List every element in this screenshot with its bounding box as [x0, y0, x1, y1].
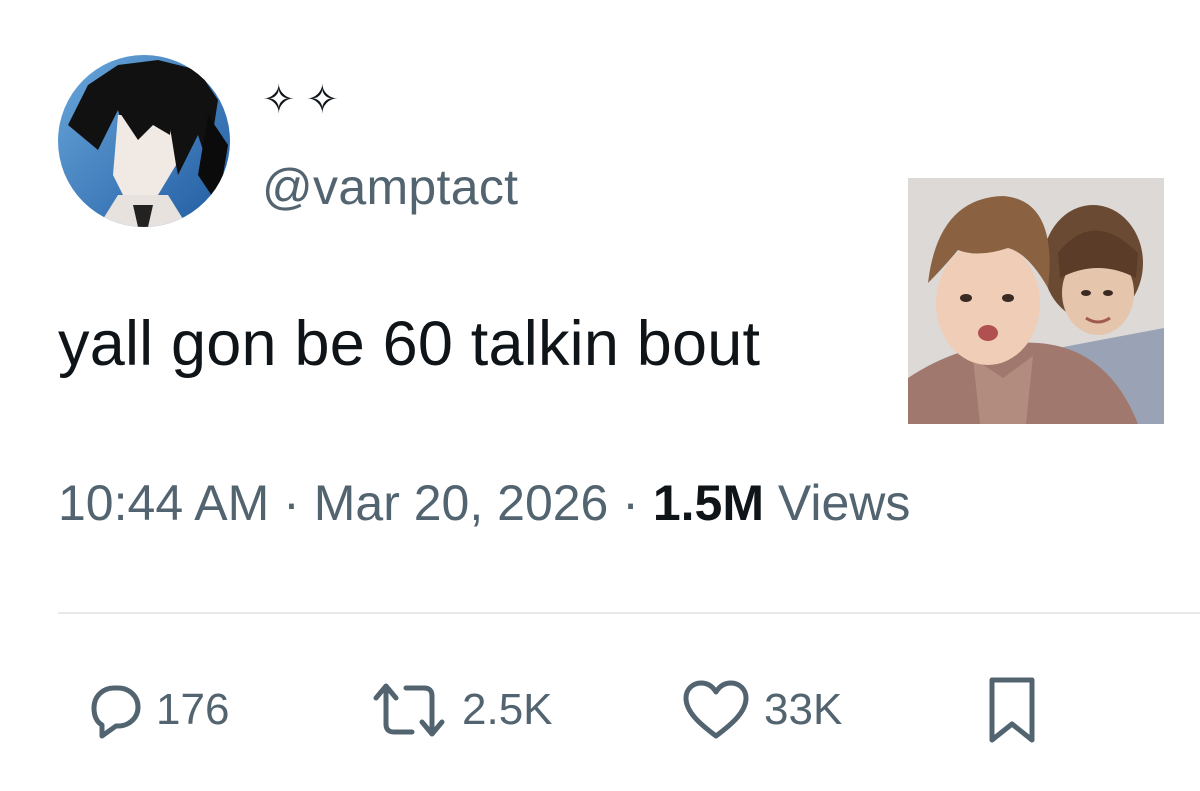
meta-separator: ·: [283, 475, 300, 531]
photo-two-people: [908, 178, 1164, 424]
avatar[interactable]: [58, 55, 230, 227]
repost-button[interactable]: 2.5K: [368, 640, 553, 780]
tweet-media-image[interactable]: [908, 178, 1164, 424]
avatar-image: [58, 55, 230, 227]
meta-separator: ·: [622, 475, 639, 531]
bookmark-button[interactable]: [982, 640, 1042, 780]
display-name[interactable]: ✧ ✧: [262, 78, 339, 122]
author-handle[interactable]: @vamptact: [262, 158, 518, 216]
tweet-card: ✧ ✧ @vamptact yall gon be 60 talkin bout: [0, 0, 1200, 791]
tweet-date[interactable]: Mar 20, 2026: [314, 475, 609, 531]
divider: [58, 612, 1200, 614]
repost-icon: [373, 683, 445, 737]
views-label: Views: [777, 475, 911, 531]
like-button[interactable]: 33K: [680, 640, 842, 780]
like-count: 33K: [764, 685, 843, 734]
heart-icon: [683, 680, 749, 739]
tweet-text: yall gon be 60 talkin bout: [58, 309, 761, 379]
action-bar: 176 2.5K 33K: [0, 640, 1200, 780]
sparkle-icon: ✧: [262, 77, 296, 123]
tweet-time[interactable]: 10:44 AM: [58, 475, 269, 531]
tweet-meta: 10:44 AM · Mar 20, 2026 · 1.5M Views: [58, 474, 910, 532]
sparkle-icon: ✧: [305, 77, 340, 123]
repost-count: 2.5K: [462, 685, 553, 734]
reply-button[interactable]: 176: [80, 640, 229, 780]
reply-count: 176: [156, 685, 230, 734]
views-count: 1.5M: [652, 475, 765, 531]
reply-icon: [91, 685, 141, 739]
bookmark-icon: [989, 677, 1035, 743]
